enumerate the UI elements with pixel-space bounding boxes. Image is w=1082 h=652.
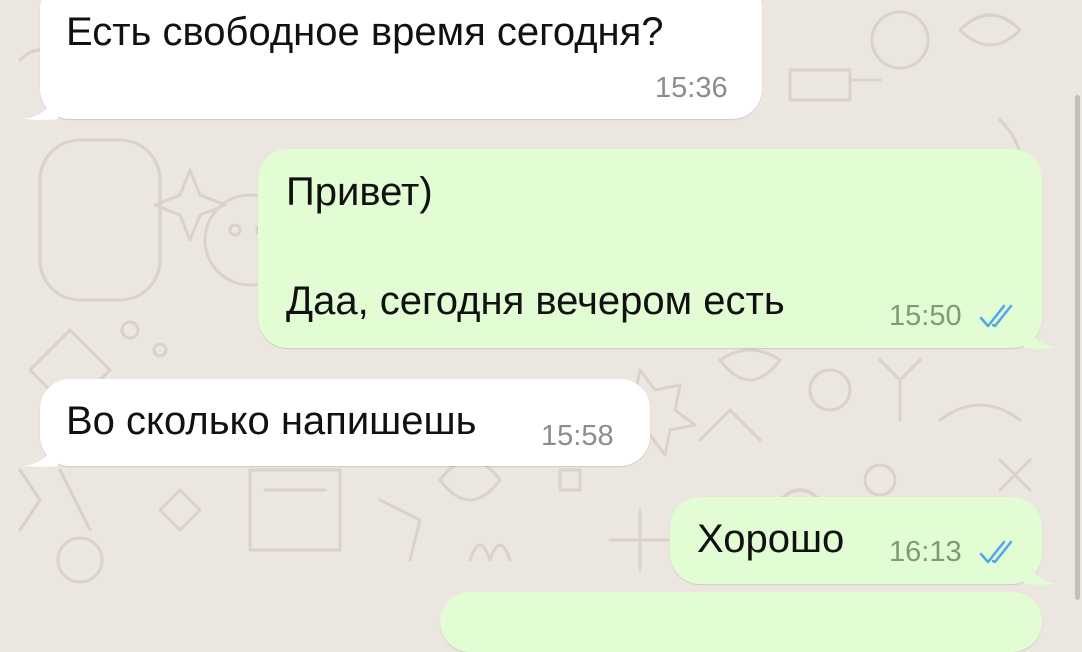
bubble-tail-incoming bbox=[24, 440, 58, 467]
message-timestamp: 16:13 bbox=[889, 536, 962, 568]
message-timestamp: 15:58 bbox=[541, 420, 614, 452]
message-text: Во сколько напишешь bbox=[66, 399, 477, 443]
double-check-icon bbox=[979, 304, 1013, 328]
chat-scrollbar[interactable] bbox=[1075, 95, 1080, 600]
bubble-tail-incoming bbox=[24, 93, 58, 120]
double-check-icon bbox=[979, 540, 1013, 564]
message-timestamp: 15:50 bbox=[889, 300, 962, 332]
message-text: Хорошо bbox=[697, 517, 845, 561]
bubble-tail-outgoing bbox=[1024, 558, 1058, 585]
bubble-tail-outgoing bbox=[1024, 322, 1058, 349]
message-bubble-outgoing-partial[interactable] bbox=[440, 592, 1042, 652]
message-timestamp: 15:36 bbox=[655, 72, 728, 104]
message-text-line: Привет) bbox=[286, 170, 433, 214]
message-text: Есть свободное время сегодня? bbox=[66, 10, 664, 54]
message-text-line: Даа, сегодня вечером есть bbox=[286, 279, 785, 323]
